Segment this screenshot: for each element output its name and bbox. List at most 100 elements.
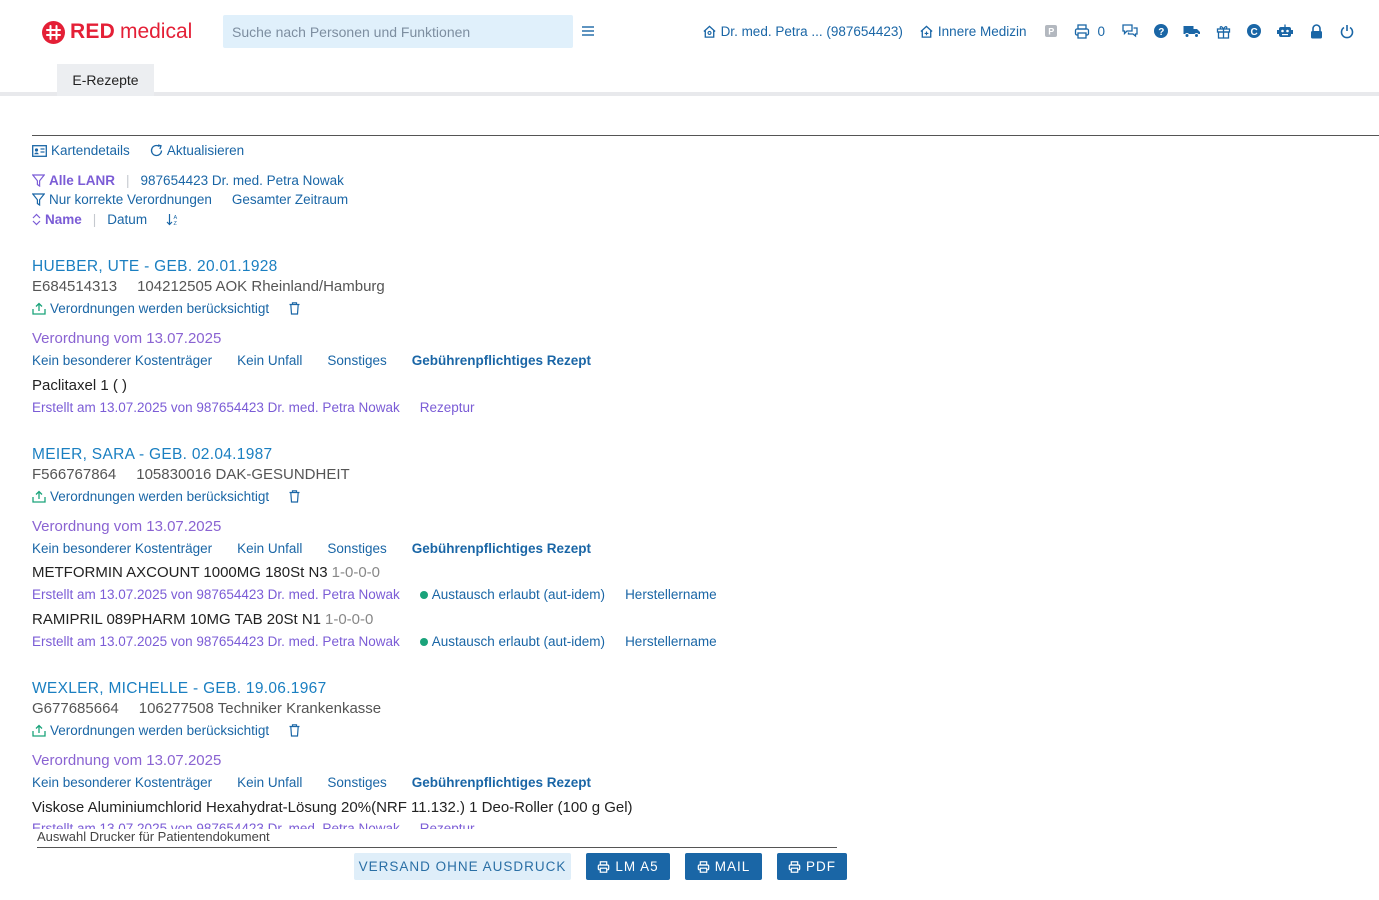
tag-cost-carrier[interactable]: Kein besonderer Kostenträger bbox=[32, 775, 212, 790]
home-icon bbox=[702, 24, 716, 38]
created-info: Erstellt am 13.07.2025 von 987654423 Dr.… bbox=[32, 634, 400, 649]
print-lm-a5-label: LM A5 bbox=[615, 859, 659, 874]
order-tags: Kein besonderer Kostenträger Kein Unfall… bbox=[32, 541, 616, 556]
status-toggle[interactable]: Verordnungen werden berücksichtigt bbox=[32, 301, 269, 316]
patient-status-row: Verordnungen werden berücksichtigt bbox=[32, 301, 304, 316]
card-details-label: Kartendetails bbox=[51, 143, 130, 158]
refresh-button[interactable]: Aktualisieren bbox=[150, 143, 244, 158]
filter-period[interactable]: Gesamter Zeitraum bbox=[232, 192, 348, 207]
drug-line: METFORMIN AXCOUNT 1000MG 180St N3 1-0-0-… bbox=[32, 564, 380, 581]
department-menu[interactable]: Innere Medizin bbox=[919, 23, 1027, 39]
divider bbox=[32, 135, 1379, 136]
filter-lanr-doctor[interactable]: 987654423 Dr. med. Petra Nowak bbox=[141, 173, 344, 188]
header-actions: Dr. med. Petra ... (987654423) Innere Me… bbox=[702, 20, 1356, 42]
svg-text:C: C bbox=[1251, 27, 1258, 38]
patient-kvnr: F566767864 bbox=[32, 466, 117, 483]
trash-icon[interactable] bbox=[289, 302, 304, 315]
logo[interactable]: RED medical bbox=[42, 19, 192, 45]
tag-other[interactable]: Sonstiges bbox=[327, 541, 386, 556]
patient-insurance-info: G677685664 106277508 Techniker Krankenka… bbox=[32, 700, 381, 717]
trash-icon[interactable] bbox=[289, 490, 304, 503]
patient-kvnr: E684514313 bbox=[32, 278, 118, 295]
card-details-button[interactable]: Kartendetails bbox=[32, 143, 130, 158]
aut-idem-toggle[interactable]: Austausch erlaubt (aut-idem) bbox=[419, 634, 605, 649]
created-info: Erstellt am 13.07.2025 von 987654423 Dr.… bbox=[32, 821, 400, 829]
c-icon[interactable]: C bbox=[1245, 22, 1263, 40]
status-label: Verordnungen werden berücksichtigt bbox=[50, 489, 270, 504]
manufacturer-link[interactable]: Herstellername bbox=[625, 634, 717, 649]
send-without-print-button[interactable]: VERSAND OHNE AUSDRUCK bbox=[354, 853, 571, 880]
patient-name[interactable]: WEXLER, MICHELLE - GEB. 19.06.1967 bbox=[32, 680, 327, 698]
aut-idem-toggle[interactable]: Austausch erlaubt (aut-idem) bbox=[419, 587, 605, 602]
svg-text:?: ? bbox=[1158, 27, 1164, 38]
sort-name[interactable]: Name bbox=[32, 212, 82, 227]
svg-text:Z: Z bbox=[174, 221, 178, 226]
trash-icon[interactable] bbox=[289, 724, 304, 737]
printer-select[interactable]: Auswahl Drucker für Patientendokument bbox=[37, 829, 837, 848]
sort-date[interactable]: Datum bbox=[107, 212, 147, 227]
drug-meta: Erstellt am 13.07.2025 von 987654423 Dr.… bbox=[32, 400, 475, 415]
filter-validity-row: Nur korrekte Verordnungen Gesamter Zeitr… bbox=[32, 192, 348, 207]
print-lm-a5-button[interactable]: LM A5 bbox=[586, 853, 670, 880]
gift-icon[interactable] bbox=[1214, 22, 1232, 40]
erezepte-app: RED medical Dr. med. Petra ... (98765442… bbox=[0, 0, 1379, 900]
patient-insurance: 105830016 DAK-GESUNDHEIT bbox=[136, 466, 350, 483]
status-label: Verordnungen werden berücksichtigt bbox=[50, 723, 270, 738]
sort-direction-icon[interactable]: AZ bbox=[166, 213, 184, 226]
pdf-button[interactable]: PDF bbox=[777, 853, 847, 880]
menu-icon[interactable] bbox=[581, 24, 595, 38]
parking-icon[interactable]: P bbox=[1042, 22, 1060, 40]
top-header: RED medical Dr. med. Petra ... (98765442… bbox=[0, 0, 1379, 62]
print-queue[interactable]: 0 bbox=[1074, 24, 1105, 39]
separator: | bbox=[92, 212, 97, 227]
printer-icon bbox=[598, 860, 610, 873]
printer-icon bbox=[1075, 23, 1090, 39]
robot-icon[interactable] bbox=[1276, 22, 1294, 40]
search-input[interactable] bbox=[223, 15, 573, 48]
drug-dose: 1-0-0-0 bbox=[325, 611, 374, 628]
filter-all-lanr[interactable]: Alle LANR bbox=[32, 173, 115, 188]
tab-erezepte[interactable]: E-Rezepte bbox=[57, 64, 154, 96]
tag-fee[interactable]: Gebührenpflichtiges Rezept bbox=[412, 775, 591, 790]
power-icon[interactable] bbox=[1338, 22, 1356, 40]
help-icon[interactable]: ? bbox=[1152, 22, 1170, 40]
mail-button[interactable]: MAIL bbox=[685, 853, 762, 880]
chat-icon[interactable] bbox=[1121, 22, 1139, 40]
patient-name[interactable]: HUEBER, UTE - GEB. 20.01.1928 bbox=[32, 258, 278, 276]
drug-line: RAMIPRIL 089PHARM 10MG TAB 20St N1 1-0-0… bbox=[32, 611, 373, 628]
manufacturer-link[interactable]: Herstellername bbox=[625, 587, 717, 602]
tag-fee[interactable]: Gebührenpflichtiges Rezept bbox=[412, 541, 591, 556]
patient-insurance-info: E684514313 104212505 AOK Rheinland/Hambu… bbox=[32, 278, 385, 295]
id-card-icon bbox=[32, 144, 47, 157]
patient-name[interactable]: MEIER, SARA - GEB. 02.04.1987 bbox=[32, 446, 272, 464]
tag-cost-carrier[interactable]: Kein besonderer Kostenträger bbox=[32, 353, 212, 368]
department-name: Innere Medizin bbox=[937, 23, 1027, 39]
user-menu[interactable]: Dr. med. Petra ... (987654423) bbox=[702, 24, 903, 39]
refresh-label: Aktualisieren bbox=[166, 143, 245, 158]
tag-accident[interactable]: Kein Unfall bbox=[237, 541, 302, 556]
user-name: Dr. med. Petra ... (987654423) bbox=[720, 23, 903, 39]
tag-accident[interactable]: Kein Unfall bbox=[237, 353, 302, 368]
tag-accident[interactable]: Kein Unfall bbox=[237, 775, 302, 790]
drug-name: Paclitaxel 1 ( ) bbox=[32, 377, 128, 394]
filter-icon bbox=[32, 174, 45, 187]
order-date: Verordnung vom 13.07.2025 bbox=[32, 518, 222, 535]
lock-icon[interactable] bbox=[1307, 22, 1325, 40]
filter-only-correct[interactable]: Nur korrekte Verordnungen bbox=[32, 192, 212, 207]
created-info: Erstellt am 13.07.2025 von 987654423 Dr.… bbox=[32, 587, 400, 602]
status-toggle[interactable]: Verordnungen werden berücksichtigt bbox=[32, 723, 269, 738]
drug-meta: Erstellt am 13.07.2025 von 987654423 Dr.… bbox=[32, 587, 717, 602]
tag-other[interactable]: Sonstiges bbox=[327, 775, 386, 790]
tag-fee[interactable]: Gebührenpflichtiges Rezept bbox=[412, 353, 591, 368]
drug-line: Viskose Aluminiumchlorid Hexahydrat-Lösu… bbox=[32, 799, 633, 816]
rezeptur-label[interactable]: Rezeptur bbox=[420, 821, 475, 829]
status-toggle[interactable]: Verordnungen werden berücksichtigt bbox=[32, 489, 269, 504]
tag-other[interactable]: Sonstiges bbox=[327, 353, 386, 368]
tag-cost-carrier[interactable]: Kein besonderer Kostenträger bbox=[32, 541, 212, 556]
patient-kvnr: G677685664 bbox=[32, 700, 119, 717]
order-tags: Kein besonderer Kostenträger Kein Unfall… bbox=[32, 353, 616, 368]
status-label: Verordnungen werden berücksichtigt bbox=[50, 301, 270, 316]
rezeptur-label[interactable]: Rezeptur bbox=[420, 400, 475, 415]
truck-icon[interactable] bbox=[1183, 22, 1201, 40]
filter-all-lanr-label: Alle LANR bbox=[49, 173, 116, 188]
